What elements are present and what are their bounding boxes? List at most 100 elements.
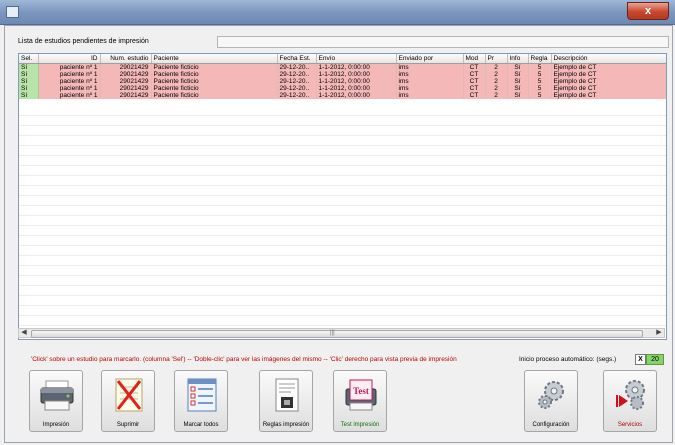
close-button[interactable]: x xyxy=(627,2,669,20)
print-rules-icon xyxy=(275,378,299,412)
cell-mod: CT xyxy=(463,78,486,85)
cell-info: Sí xyxy=(507,63,529,71)
impresion-label: Impresión xyxy=(42,422,70,428)
auto-start-label: Inicio proceso automático: (segs.) xyxy=(519,356,617,363)
table-row[interactable]: Sí paciente nº 1 29021429 Paciente ficticio… xyxy=(19,63,666,71)
cell-num-estudio: 29021429 xyxy=(100,71,152,78)
cell-envio: 1-1-2012, 0:00:00 xyxy=(316,85,397,92)
cell-num-estudio: 29021429 xyxy=(100,92,152,99)
cell-regla: 5 xyxy=(528,92,552,99)
cell-mod: CT xyxy=(463,92,486,99)
cell-sel[interactable]: Sí xyxy=(19,71,39,78)
col-descripcion[interactable]: Descripción xyxy=(551,54,666,64)
cell-mod: CT xyxy=(463,71,486,78)
cell-regla: 5 xyxy=(528,71,552,78)
cell-id: paciente nº 1 xyxy=(38,71,101,78)
cell-info: Sí xyxy=(507,71,529,78)
col-sel[interactable]: Sel. xyxy=(19,54,39,64)
cell-enviado-por: ims xyxy=(396,85,464,92)
cell-num-estudio: 29021429 xyxy=(100,78,152,85)
marcar-todos-button[interactable]: Marcar todos xyxy=(174,370,228,432)
col-enviado-por[interactable]: Enviado por xyxy=(396,54,464,64)
header-row: Sel. ID Num. estudio Paciente Fecha Est.… xyxy=(19,54,666,64)
cell-regla: 5 xyxy=(528,78,552,85)
scroll-thumb[interactable]: ||| xyxy=(31,330,643,338)
cell-sel[interactable]: Sí xyxy=(19,63,39,71)
cell-enviado-por: ims xyxy=(396,71,464,78)
cell-num-estudio: 29021429 xyxy=(100,63,152,71)
gears-icon xyxy=(538,381,564,409)
delete-list-icon xyxy=(115,378,143,412)
app-icon xyxy=(6,6,19,18)
cell-mod: CT xyxy=(463,63,486,71)
table-row[interactable]: Sí paciente nº 1 29021429 Paciente ficticio… xyxy=(19,92,666,99)
cell-enviado-por: ims xyxy=(396,92,464,99)
col-paciente[interactable]: Paciente xyxy=(151,54,278,64)
table-row[interactable]: Sí paciente nº 1 29021429 Paciente ficticio… xyxy=(19,71,666,78)
empty-rows xyxy=(19,106,666,328)
cell-enviado-por: ims xyxy=(396,63,464,71)
cell-pr: 2 xyxy=(485,71,508,78)
test-printer-icon: Test xyxy=(345,379,377,411)
cell-envio: 1-1-2012, 0:00:00 xyxy=(316,63,397,71)
cell-id: paciente nº 1 xyxy=(38,78,101,85)
cell-envio: 1-1-2012, 0:00:00 xyxy=(316,78,397,85)
reglas-impresion-button[interactable]: Reglas impresión xyxy=(259,370,313,432)
printer-icon xyxy=(40,380,74,411)
cell-info: Sí xyxy=(507,78,529,85)
col-mod[interactable]: Mod xyxy=(463,54,486,64)
cell-pr: 2 xyxy=(485,78,508,85)
cell-envio: 1-1-2012, 0:00:00 xyxy=(316,71,397,78)
cell-descripcion: Ejemplo de CT xyxy=(551,71,666,78)
auto-start-cancel-button[interactable]: X xyxy=(635,354,646,365)
col-num-estudio[interactable]: Num. estudio xyxy=(100,54,152,64)
col-info[interactable]: Info xyxy=(507,54,529,64)
cell-paciente: Paciente ficticio xyxy=(151,92,278,99)
test-impresion-button[interactable]: Test Test impresión xyxy=(333,370,387,432)
configuracion-button[interactable]: Configuración xyxy=(524,370,578,432)
caption-field xyxy=(217,36,669,48)
cell-descripcion: Ejemplo de CT xyxy=(551,63,666,71)
servicios-button[interactable]: Servicios xyxy=(603,370,657,432)
table-row[interactable]: Sí paciente nº 1 29021429 Paciente ficticio… xyxy=(19,78,666,85)
cell-paciente: Paciente ficticio xyxy=(151,85,278,92)
grip-icon: ||| xyxy=(330,330,335,336)
studies-table: Sel. ID Num. estudio Paciente Fecha Est.… xyxy=(19,54,666,99)
studies-grid[interactable]: Sel. ID Num. estudio Paciente Fecha Est.… xyxy=(18,53,667,340)
cell-id: paciente nº 1 xyxy=(38,92,101,99)
cell-id: paciente nº 1 xyxy=(38,63,101,71)
col-id[interactable]: ID xyxy=(38,54,101,64)
test-icon-text: Test xyxy=(353,386,369,396)
col-pr[interactable]: Pr xyxy=(485,54,508,64)
cell-mod: CT xyxy=(463,85,486,92)
cell-pr: 2 xyxy=(485,63,508,71)
main-panel: Lista de estudios pendientes de impresió… xyxy=(4,25,673,443)
cell-regla: 5 xyxy=(528,85,552,92)
suprimir-button[interactable]: Suprimir xyxy=(101,370,155,432)
cell-descripcion: Ejemplo de CT xyxy=(551,78,666,85)
col-envio[interactable]: Envío xyxy=(316,54,397,64)
cell-sel[interactable]: Sí xyxy=(19,78,39,85)
col-fecha[interactable]: Fecha Est. xyxy=(277,54,317,64)
cell-pr: 2 xyxy=(485,85,508,92)
col-regla[interactable]: Regla xyxy=(528,54,552,64)
cell-fecha: 29-12-20.. xyxy=(277,92,317,99)
cell-regla: 5 xyxy=(528,63,552,71)
scroll-left-icon[interactable]: ◀ xyxy=(19,329,29,337)
cell-paciente: Paciente ficticio xyxy=(151,78,278,85)
cell-sel[interactable]: Sí xyxy=(19,85,39,92)
marcar-todos-label: Marcar todos xyxy=(183,422,219,428)
scroll-right-icon[interactable]: ▶ xyxy=(654,329,664,337)
cell-sel[interactable]: Sí xyxy=(19,92,39,99)
horizontal-scrollbar[interactable]: ◀ ||| ▶ xyxy=(18,328,665,338)
test-impresion-label: Test impresión xyxy=(340,422,380,428)
servicios-label: Servicios xyxy=(617,422,643,428)
configuracion-label: Configuración xyxy=(532,422,570,428)
table-row[interactable]: Sí paciente nº 1 29021429 Paciente ficticio… xyxy=(19,85,666,92)
cell-fecha: 29-12-20.. xyxy=(277,85,317,92)
suprimir-label: Suprimir xyxy=(116,422,140,428)
impresion-button[interactable]: Impresión xyxy=(29,370,83,432)
services-gears-icon xyxy=(616,380,645,410)
cell-paciente: Paciente ficticio xyxy=(151,71,278,78)
cell-fecha: 29-12-20.. xyxy=(277,63,317,71)
